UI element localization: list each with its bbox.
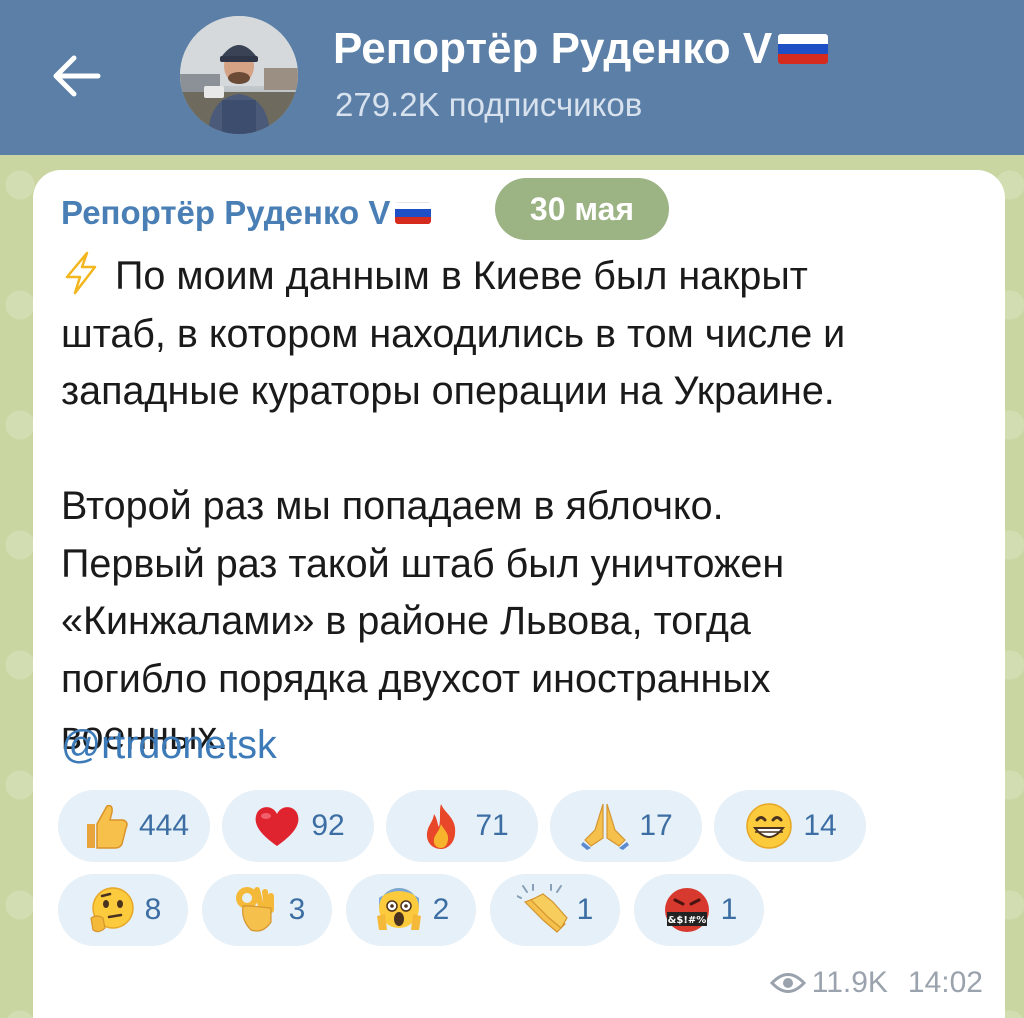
reaction-grinning[interactable]: 14	[714, 790, 866, 862]
thinking-face-icon	[90, 887, 134, 933]
reaction-swearing[interactable]: &$!#% 1	[634, 874, 764, 946]
reaction-folded-hands[interactable]: 17	[550, 790, 702, 862]
message-bubble: Репортёр Руденко V 30 мая По моим данным…	[33, 170, 1005, 1018]
thumbs-up-icon	[86, 804, 128, 849]
clapping-hands-icon	[516, 884, 568, 933]
reaction-fire[interactable]: 71	[386, 790, 538, 862]
reaction-count: 71	[475, 809, 509, 842]
fire-icon	[427, 804, 456, 849]
post-text: По моим данным в Киеве был накрыт штаб, …	[61, 248, 981, 766]
channel-mention-link[interactable]: @rtrdonetsk	[61, 723, 277, 768]
reaction-screaming[interactable]: 2	[346, 874, 476, 946]
reaction-count: 444	[138, 809, 190, 842]
swearing-face-icon: &$!#%	[664, 888, 709, 932]
channel-avatar[interactable]	[180, 16, 298, 134]
reaction-count: 1	[720, 893, 738, 926]
grinning-face-icon	[746, 803, 793, 849]
reaction-count: 17	[639, 809, 673, 842]
date-badge: 30 мая	[495, 178, 669, 240]
reaction-count: 3	[288, 893, 306, 926]
reaction-thumbs-up[interactable]: 444	[58, 790, 210, 862]
view-count: 11.9K	[811, 966, 888, 999]
post-meta: 11.9K 14:02	[769, 966, 983, 1000]
reaction-count: 2	[432, 893, 450, 926]
post-author[interactable]: Репортёр Руденко V	[61, 194, 432, 232]
back-arrow-icon	[53, 55, 101, 97]
avatar-photo	[180, 16, 298, 134]
reaction-count: 8	[144, 893, 162, 926]
swearing-face-text: &$!#%	[667, 915, 706, 926]
russia-flag-icon	[778, 34, 829, 64]
channel-header: Репортёр Руденко V 279.2K подписчиков	[0, 0, 1024, 155]
back-button[interactable]	[44, 48, 108, 104]
post-time: 14:02	[907, 966, 983, 999]
channel-name: Репортёр Руденко V	[333, 24, 773, 73]
subscriber-count: 279.2K подписчиков	[335, 86, 643, 123]
folded-hands-icon	[581, 803, 630, 850]
lightning-icon	[65, 251, 97, 295]
post-author-name: Репортёр Руденко V	[61, 194, 391, 231]
channel-title[interactable]: Репортёр Руденко V	[333, 24, 829, 74]
screaming-face-icon	[376, 888, 421, 930]
reaction-heart[interactable]: 92	[222, 790, 374, 862]
reaction-thinking[interactable]: 8	[58, 874, 188, 946]
russia-flag-icon	[395, 202, 432, 224]
reaction-count: 1	[576, 893, 594, 926]
reaction-ok-hand[interactable]: 3	[202, 874, 332, 946]
reaction-count: 14	[803, 809, 837, 842]
eye-icon	[769, 973, 806, 993]
reaction-clapping[interactable]: 1	[490, 874, 620, 946]
post-paragraph-1: По моим данным в Киеве был накрыт штаб, …	[61, 254, 846, 413]
reaction-count: 92	[311, 809, 345, 842]
ok-hand-icon	[235, 887, 274, 932]
post-paragraph-2: Второй раз мы попадаем в яблочко. Первый…	[61, 484, 785, 758]
red-heart-icon	[255, 807, 299, 846]
reactions-bar: 444 92 71 17 14 8 3 2 1 &$!#% 1	[58, 790, 998, 958]
